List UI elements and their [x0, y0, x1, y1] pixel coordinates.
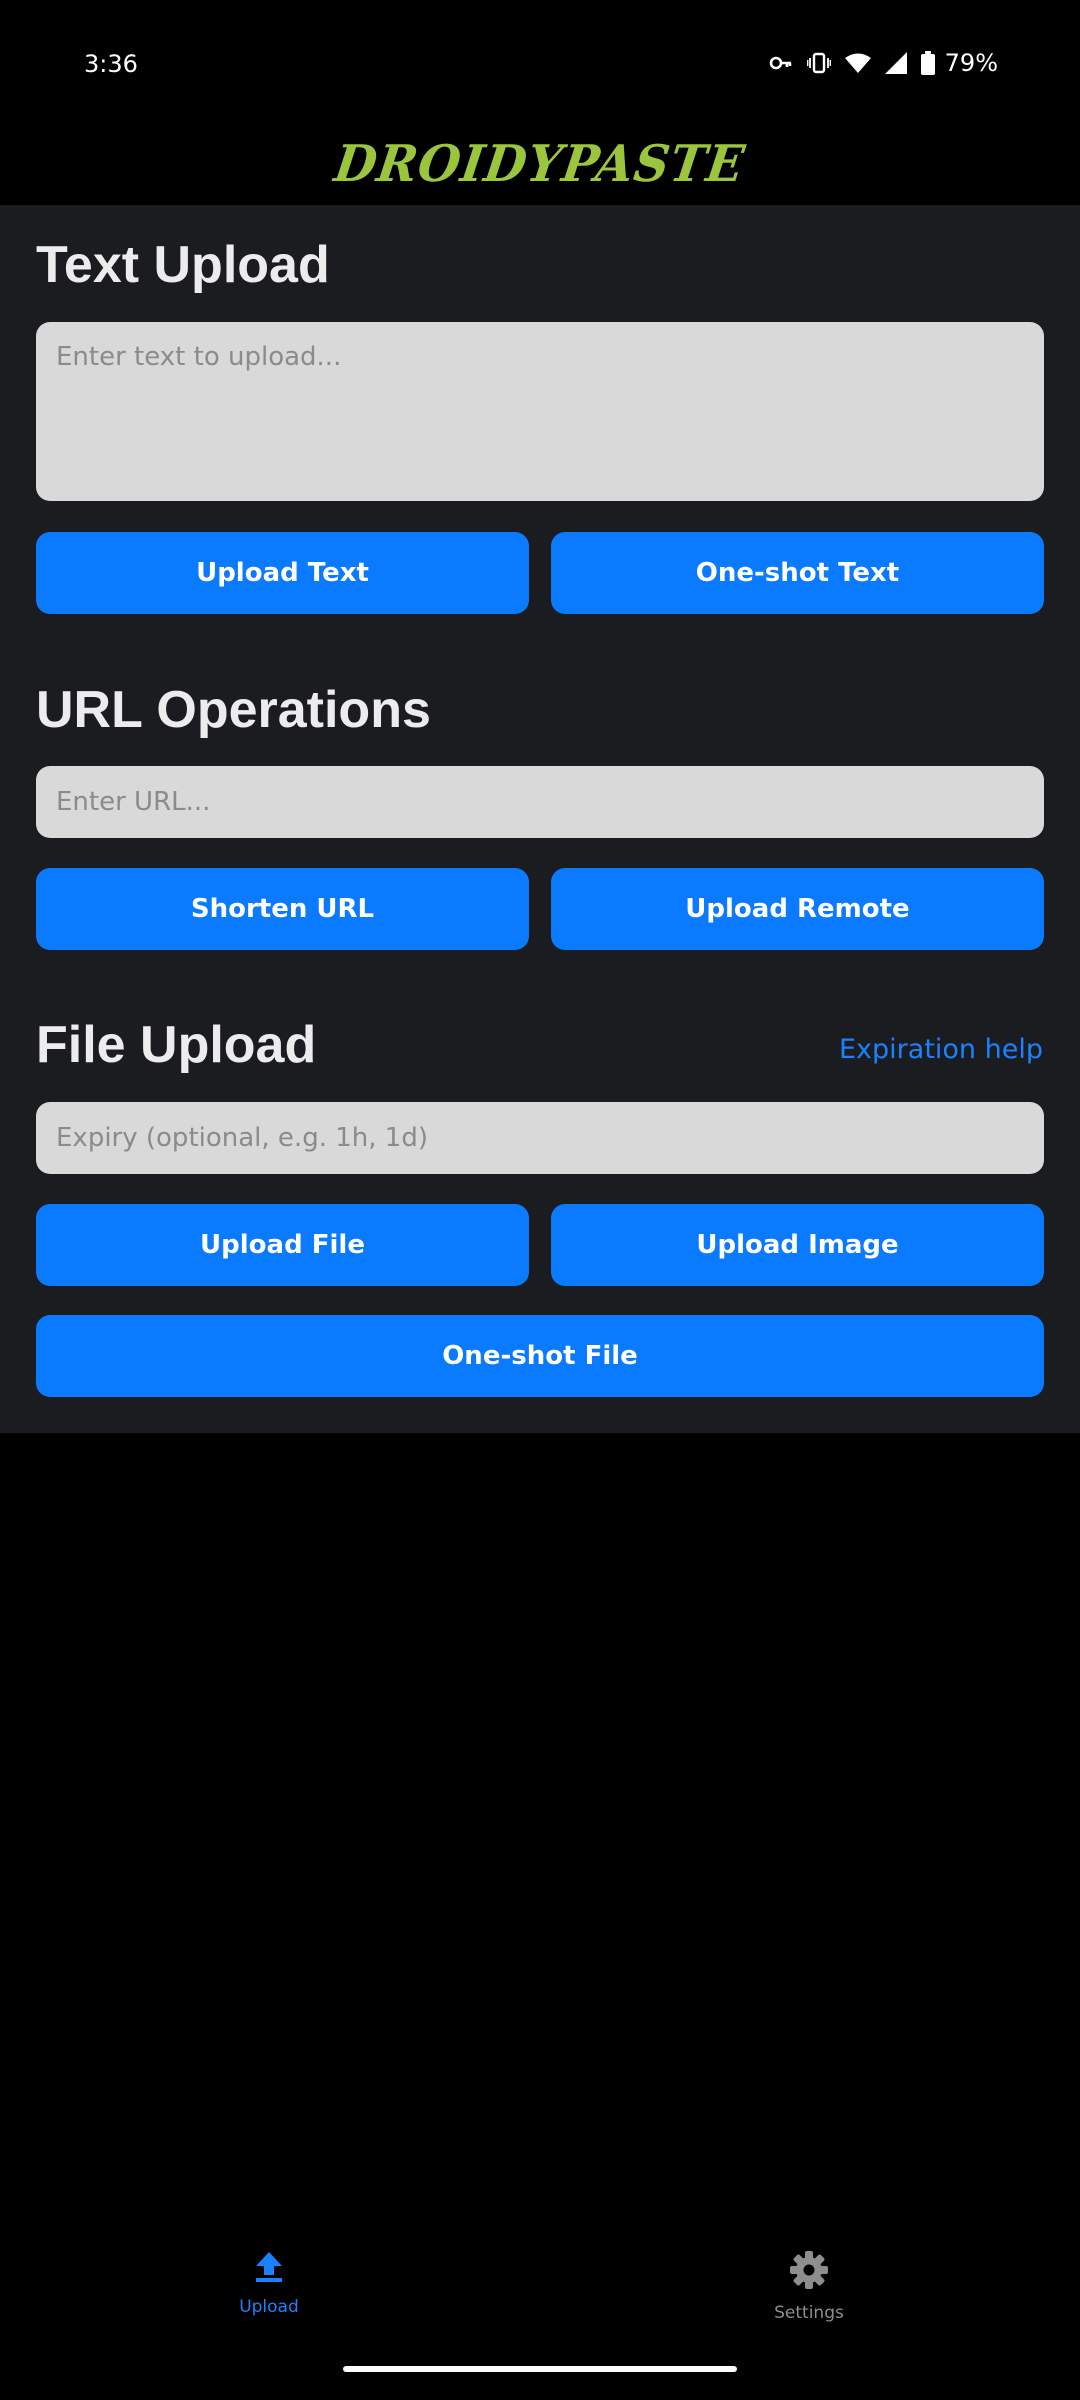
oneshot-text-button[interactable]: One-shot Text — [551, 532, 1044, 614]
upload-image-button[interactable]: Upload Image — [551, 1204, 1044, 1286]
status-icons: 79% — [769, 49, 998, 77]
bottom-navigation: Upload Settings — [0, 2250, 1080, 2360]
app-logo-text: DROIDYPASTE — [331, 134, 749, 194]
file-upload-title: File Upload — [36, 1016, 317, 1074]
wifi-icon — [844, 53, 871, 73]
battery-percentage: 79% — [944, 49, 998, 77]
text-input[interactable] — [36, 322, 1044, 501]
upload-file-button[interactable]: Upload File — [36, 1204, 529, 1286]
shorten-url-button[interactable]: Shorten URL — [36, 868, 529, 950]
upload-panel: Text Upload Upload Text One-shot Text UR… — [0, 205, 1080, 1433]
nav-upload[interactable]: Upload — [169, 2250, 369, 2317]
upload-remote-button[interactable]: Upload Remote — [551, 868, 1044, 950]
expiry-input[interactable] — [36, 1102, 1044, 1174]
app-logo: DROIDYPASTE — [0, 134, 1080, 194]
url-input[interactable] — [36, 766, 1044, 838]
battery-icon — [920, 51, 935, 75]
upload-icon — [252, 2250, 286, 2289]
nav-settings[interactable]: Settings — [709, 2250, 909, 2323]
expiration-help-link[interactable]: Expiration help — [839, 1034, 1043, 1065]
status-bar: 3:36 79% — [0, 0, 1080, 130]
oneshot-file-button[interactable]: One-shot File — [36, 1315, 1044, 1397]
text-upload-title: Text Upload — [36, 236, 330, 294]
home-indicator — [343, 2366, 737, 2372]
vibrate-icon — [806, 52, 831, 74]
cell-signal-icon — [884, 52, 907, 74]
status-time: 3:36 — [84, 50, 138, 78]
nav-upload-label: Upload — [239, 2297, 299, 2317]
vpn-key-icon — [769, 53, 793, 73]
gear-icon — [789, 2250, 829, 2295]
url-operations-title: URL Operations — [36, 681, 431, 739]
nav-settings-label: Settings — [774, 2303, 844, 2323]
upload-text-button[interactable]: Upload Text — [36, 532, 529, 614]
